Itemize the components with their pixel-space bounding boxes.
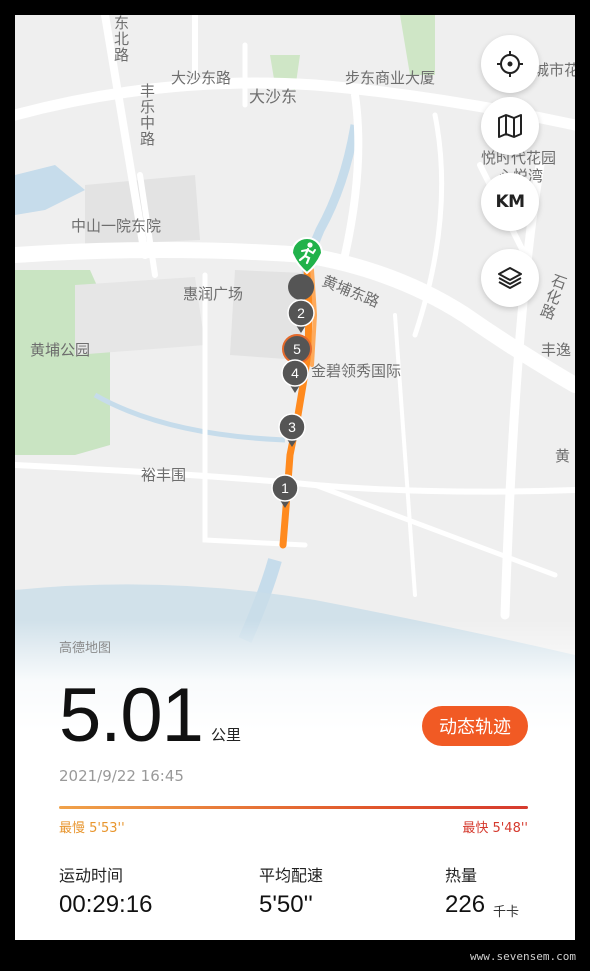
calories-label: 热量 <box>445 866 478 885</box>
map-provider: 高德地图 <box>59 641 112 656</box>
km-marker-4-label: 4 <box>291 365 299 381</box>
map-icon <box>498 114 522 138</box>
pace-range-bar <box>59 806 528 809</box>
distance-value: 5.01 <box>59 673 204 758</box>
km-marker-1-label: 1 <box>281 480 289 496</box>
watermark: www.sevensem.com <box>470 950 576 963</box>
map-label-fengyi: 丰逸 <box>541 341 572 359</box>
summary-panel: 高德地图 5.01 公里 动态轨迹 2021/9/22 16:45 最慢 5'5… <box>15 620 575 940</box>
calories-value: 226 <box>445 891 486 918</box>
map-label-huirun-plaza: 惠润广场 <box>183 285 244 303</box>
avg-pace-label: 平均配速 <box>259 866 324 885</box>
map-label-dongbei-road: 东北路 <box>112 15 130 63</box>
map-type-button[interactable] <box>481 97 539 155</box>
km-toggle-button[interactable]: KM <box>481 173 539 231</box>
map-label-fengle-middle-road: 丰乐中路 <box>138 83 156 147</box>
km-label: KM <box>495 192 525 212</box>
map-label-budong-building: 步东商业大厦 <box>345 69 436 87</box>
map-label-huang: 黄 <box>555 447 571 465</box>
km-marker-2-label: 2 <box>297 305 305 321</box>
map-label-dashadong-road: 大沙东路 <box>171 69 232 87</box>
map-label-zhongshan-hospital: 中山一院东院 <box>71 217 162 235</box>
layers-button[interactable] <box>481 249 539 307</box>
map-label-huangpu-park: 黄埔公园 <box>30 341 91 359</box>
crosshair-icon <box>497 51 523 77</box>
fastest-pace: 最快 5'48'' <box>462 821 528 836</box>
map-label-dashadong: 大沙东 <box>249 87 298 106</box>
map-label-yufengwei: 裕丰围 <box>141 466 187 484</box>
km-marker-3-label: 3 <box>288 419 296 435</box>
dynamic-track-button[interactable]: 动态轨迹 <box>422 706 528 746</box>
map-label-jinbi: 金碧领秀国际 <box>311 362 402 380</box>
workout-datetime: 2021/9/22 16:45 <box>59 767 184 785</box>
slowest-pace: 最慢 5'53'' <box>59 821 125 836</box>
duration-label: 运动时间 <box>59 866 124 885</box>
calories-unit: 千卡 <box>493 905 520 920</box>
avg-pace-value: 5'50'' <box>259 891 313 918</box>
layers-icon <box>498 267 522 289</box>
duration-value: 00:29:16 <box>59 891 153 918</box>
distance-unit: 公里 <box>211 726 242 744</box>
km-marker-5-label: 5 <box>293 341 301 357</box>
map-label-chengshi: 城市花 <box>534 61 575 79</box>
locate-button[interactable] <box>481 35 539 93</box>
screen: 2 5 4 3 1 大沙东路 大沙东 步东商业大厦 城市花 东北路 丰乐中路 悦… <box>15 15 575 940</box>
